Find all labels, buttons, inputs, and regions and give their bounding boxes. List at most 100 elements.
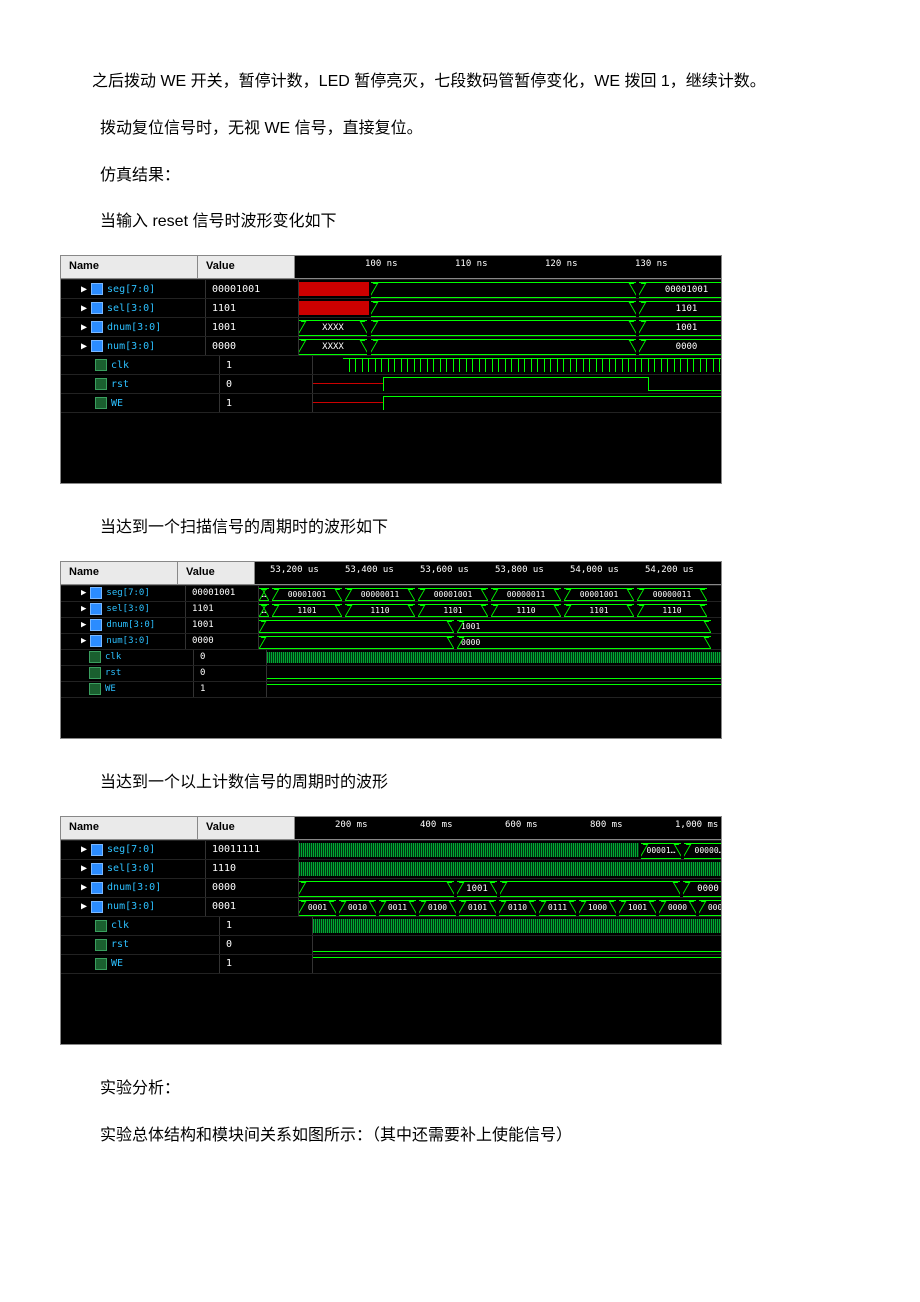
signal-name: dnum[3:0] — [107, 322, 161, 333]
wire-icon — [95, 397, 107, 409]
time-ruler-2: 53,200 us 53,400 us 53,600 us 53,800 us … — [255, 562, 721, 584]
value-header: Value — [198, 256, 295, 278]
signal-value: 10011111 — [206, 841, 299, 859]
bus-icon — [91, 844, 103, 856]
paragraph-8: 实验总体结构和模块间关系如图所示：（其中还需要补上使能信号） — [100, 1122, 860, 1151]
signal-name: clk — [111, 360, 129, 371]
signal-name: WE — [111, 398, 123, 409]
wire-icon — [95, 378, 107, 390]
bus-icon — [91, 901, 103, 913]
signal-row-clk: clk 0 — [61, 649, 721, 665]
tick: 130 ns — [635, 259, 668, 269]
signal-value: 1101 — [206, 299, 299, 317]
bus-icon — [90, 603, 102, 615]
signal-value: 0000 — [206, 879, 299, 897]
wire-icon — [89, 683, 101, 695]
bus-icon — [91, 340, 103, 352]
paragraph-7: 实验分析： — [100, 1075, 860, 1104]
bus-label: 1101 — [564, 604, 634, 617]
bus-label: 1110 — [345, 604, 415, 617]
signal-row-sel: ▶sel[3:0] 1101 1101 — [61, 298, 721, 317]
signal-value: 1 — [220, 356, 313, 374]
bus-label: 0111 — [539, 900, 576, 916]
bus-label: 1001 — [639, 320, 721, 336]
name-header: Name — [61, 562, 178, 584]
signal-row-we: WE 1 — [61, 954, 721, 973]
waveform-viewer-2: Name Value 53,200 us 53,400 us 53,600 us… — [60, 561, 722, 739]
bus-label: 0000 — [683, 881, 721, 897]
signal-value: 00001001 — [186, 586, 259, 601]
bus-label: 0101 — [459, 900, 496, 916]
time-ruler-3: 200 ms 400 ms 600 ms 800 ms 1,000 ms — [295, 817, 721, 839]
bus-icon — [91, 283, 103, 295]
signal-name: clk — [105, 652, 121, 662]
signal-value: 1 — [220, 394, 313, 412]
signal-value: 1001 — [206, 318, 299, 336]
tick: 53,400 us — [345, 565, 394, 575]
paragraph-3: 仿真结果： — [100, 162, 860, 191]
signal-value: 1101 — [186, 602, 259, 617]
paragraph-2: 拨动复位信号时，无视 WE 信号，直接复位。 — [100, 115, 860, 144]
signal-row-dnum: ▶dnum[3:0] 1001 1001 — [61, 617, 721, 633]
signal-name: sel[3:0] — [107, 303, 155, 314]
tick: 53,200 us — [270, 565, 319, 575]
bus-icon — [90, 587, 102, 599]
bus-label: 1001 — [457, 881, 497, 897]
signal-value: 1 — [220, 917, 313, 935]
signal-row-rst: rst 0 — [61, 935, 721, 954]
signal-row-clk: clk 1 — [61, 916, 721, 935]
signal-row-num: ▶num[3:0] 0001 0001001000110100010101100… — [61, 897, 721, 916]
bus-icon — [91, 882, 103, 894]
bus-label: 0000 — [457, 636, 711, 649]
wire-icon — [89, 651, 101, 663]
signal-name: dnum[3:0] — [106, 620, 155, 630]
bus-label: XXXX — [299, 320, 367, 336]
time-ruler-1: 100 ns 110 ns 120 ns 130 ns 140 ns — [295, 256, 721, 278]
bus-label: 1110 — [491, 604, 561, 617]
bus-label: 1101 — [639, 301, 721, 317]
tick: 120 ns — [545, 259, 578, 269]
signal-name: num[3:0] — [106, 636, 149, 646]
signal-value: 0 — [220, 375, 313, 393]
signal-value: 0 — [194, 666, 267, 681]
signal-row-we: WE 1 — [61, 681, 721, 697]
bus-icon — [91, 302, 103, 314]
signal-row-seg: ▶seg[7:0] 00001001 00001001 — [61, 279, 721, 298]
bus-label: 00001001 — [272, 588, 342, 601]
signal-name: num[3:0] — [107, 341, 155, 352]
signal-row-num: ▶num[3:0] 0000 0000 — [61, 633, 721, 649]
signal-row-dnum: ▶dnum[3:0] 1001 XXXX 1001 — [61, 317, 721, 336]
signal-value: 1001 — [186, 618, 259, 633]
tick: 200 ms — [335, 820, 368, 830]
bus-label: 1110 — [637, 604, 707, 617]
tick: 140 ns — [725, 259, 758, 269]
signal-value: 1110 — [206, 860, 299, 878]
wire-icon — [95, 939, 107, 951]
signal-name: seg[7:0] — [107, 844, 155, 855]
bus-label: 0001 — [299, 900, 336, 916]
waveform-viewer-3: Name Value 200 ms 400 ms 600 ms 800 ms 1… — [60, 816, 722, 1045]
bus-label: 1000 — [579, 900, 616, 916]
signal-name: sel[3:0] — [106, 604, 149, 614]
wire-icon — [95, 958, 107, 970]
signal-row-num: ▶num[3:0] 0000 XXXX 0000 — [61, 336, 721, 355]
signal-name: seg[7:0] — [106, 588, 149, 598]
bus-icon — [91, 321, 103, 333]
bus-label: 00001001 — [639, 282, 721, 298]
bus-label: 00000… — [684, 843, 721, 859]
signal-value: 00001001 — [206, 280, 299, 298]
signal-row-sel: ▶sel[3:0] 1101 … 1101 1110 1101 1110 110… — [61, 601, 721, 617]
paragraph-6: 当达到一个以上计数信号的周期时的波形 — [100, 769, 860, 798]
signal-row-seg: ▶seg[7:0] 00001001 … 00001001 00000011 0… — [61, 585, 721, 601]
wire-icon — [95, 920, 107, 932]
bus-label: 0000 — [639, 339, 721, 355]
signal-name: WE — [105, 684, 116, 694]
signal-value: 0001 — [206, 898, 299, 916]
tick: 54,200 us — [645, 565, 694, 575]
signal-name: WE — [111, 958, 123, 969]
tick: 53,800 us — [495, 565, 544, 575]
signal-row-sel: ▶sel[3:0] 1110 — [61, 859, 721, 878]
bus-label: 1101 — [272, 604, 342, 617]
name-header: Name — [61, 256, 198, 278]
signal-row-dnum: ▶dnum[3:0] 0000 1001 0000 — [61, 878, 721, 897]
